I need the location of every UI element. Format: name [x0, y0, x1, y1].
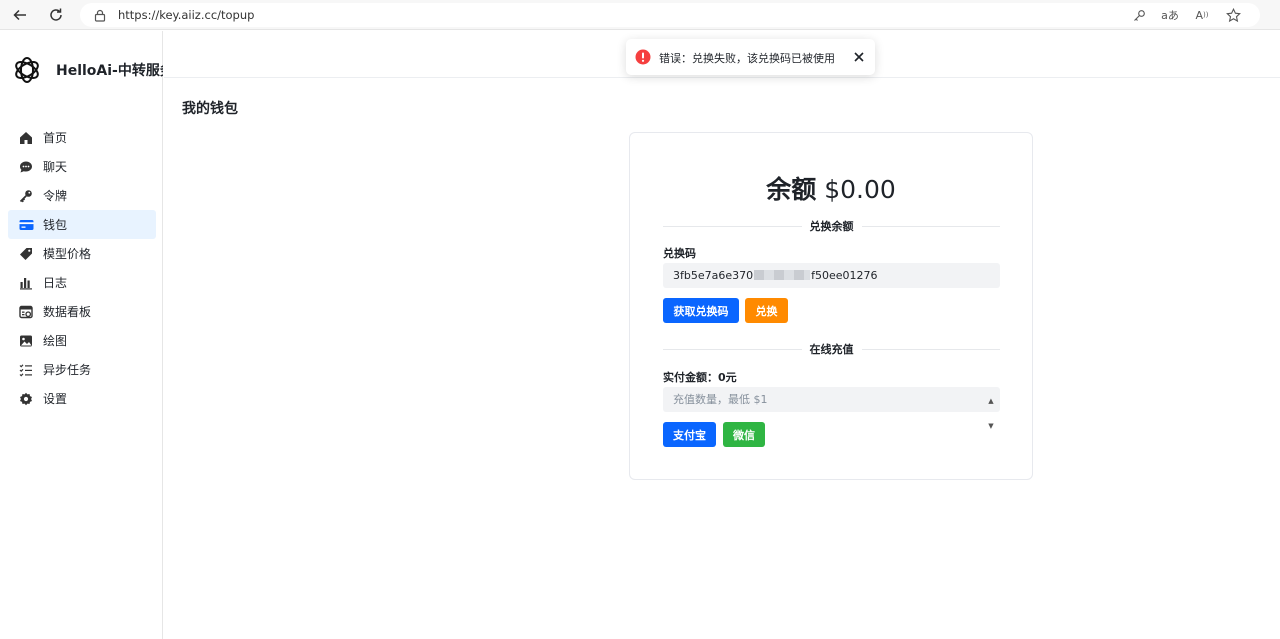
redacted-block	[754, 270, 811, 280]
sidebar-item-label: 钱包	[43, 218, 68, 232]
sidebar-item-label: 绘图	[43, 334, 68, 348]
topup-amount-input[interactable]: 充值数量，最低 $1 ▲ ▼	[663, 387, 1000, 430]
online-topup-title: 在线充值	[801, 343, 862, 356]
sidebar-item-async-tasks[interactable]: 异步任务	[8, 355, 156, 384]
brand-name: HelloAi-中转服务	[56, 63, 163, 79]
stepper-down-icon[interactable]: ▼	[988, 414, 993, 439]
sidebar: HelloAi-中转服务 首页 聊天 令牌 钱包 模型价格 日志 数据看板 绘图…	[0, 31, 163, 639]
key-icon	[18, 188, 34, 204]
number-stepper[interactable]: ▲ ▼	[986, 389, 996, 430]
page-title: 我的钱包	[182, 101, 238, 117]
redeem-button[interactable]: 兑换	[745, 298, 788, 323]
stepper-up-icon[interactable]: ▲	[988, 389, 993, 414]
brand[interactable]: HelloAi-中转服务	[12, 55, 163, 85]
close-icon[interactable]	[851, 49, 867, 65]
balance-label: 余额	[766, 175, 817, 204]
wallet-card: 余额 $0.00 兑换余额 兑换码 3fb5e7a6e370 f50ee01276…	[629, 132, 1033, 480]
toast-message: 错误：兑换失败，该兑换码已被使用	[659, 52, 835, 65]
chat-icon	[18, 159, 34, 175]
image-icon	[18, 333, 34, 349]
sidebar-item-chat[interactable]: 聊天	[8, 152, 156, 181]
openai-logo-icon	[15, 57, 39, 83]
tag-icon	[18, 246, 34, 262]
header-divider	[164, 77, 1280, 78]
sidebar-item-wallet[interactable]: 钱包	[8, 210, 156, 239]
redeem-code-prefix: 3fb5e7a6e370	[673, 269, 754, 282]
redeem-code-input[interactable]: 3fb5e7a6e370 f50ee01276	[663, 263, 1000, 288]
sidebar-item-label: 首页	[43, 131, 68, 145]
sidebar-item-label: 日志	[43, 276, 68, 290]
balance-display: 余额 $0.00	[630, 170, 1032, 206]
url-text[interactable]: https://key.aiiz.cc/topup	[118, 8, 254, 22]
error-toast: 错误：兑换失败，该兑换码已被使用	[626, 39, 875, 75]
dashboard-icon	[18, 304, 34, 320]
read-aloud-icon[interactable]: A))	[1193, 7, 1211, 23]
sidebar-item-label: 设置	[43, 392, 68, 406]
sidebar-item-dashboard[interactable]: 数据看板	[8, 297, 156, 326]
task-list-icon	[18, 362, 34, 378]
topup-amount-placeholder: 充值数量，最低 $1	[673, 393, 768, 406]
balance-value: $0.00	[824, 175, 896, 204]
sidebar-menu: 首页 聊天 令牌 钱包 模型价格 日志 数据看板 绘图 异步任务 设置	[8, 123, 156, 413]
address-bar[interactable]: https://key.aiiz.cc/topup aあ A))	[80, 3, 1260, 27]
sidebar-item-label: 数据看板	[43, 305, 92, 319]
sidebar-item-label: 令牌	[43, 189, 68, 203]
sidebar-item-logs[interactable]: 日志	[8, 268, 156, 297]
lock-icon[interactable]	[92, 7, 108, 23]
sidebar-item-drawing[interactable]: 绘图	[8, 326, 156, 355]
sidebar-item-home[interactable]: 首页	[8, 123, 156, 152]
star-icon[interactable]	[1224, 7, 1242, 23]
browser-toolbar: https://key.aiiz.cc/topup aあ A))	[0, 0, 1280, 30]
gear-icon	[18, 391, 34, 407]
redeem-section-title: 兑换余额	[801, 220, 862, 233]
redeem-code-suffix: f50ee01276	[811, 269, 878, 282]
sidebar-item-settings[interactable]: 设置	[8, 384, 156, 413]
alipay-button[interactable]: 支付宝	[663, 422, 716, 447]
online-topup-divider: 在线充值	[663, 341, 1000, 357]
sidebar-item-label: 聊天	[43, 160, 68, 174]
pay-amount-label: 实付金额：0元	[663, 371, 737, 384]
get-redeem-code-button[interactable]: 获取兑换码	[663, 298, 739, 323]
bar-chart-icon	[18, 275, 34, 291]
sidebar-item-model-pricing[interactable]: 模型价格	[8, 239, 156, 268]
wechat-pay-button[interactable]: 微信	[723, 422, 765, 447]
error-icon	[635, 49, 651, 65]
back-icon[interactable]	[8, 3, 32, 27]
home-icon	[18, 130, 34, 146]
translate-icon[interactable]: aあ	[1161, 7, 1179, 23]
wallet-icon	[18, 217, 34, 233]
sidebar-item-label: 异步任务	[43, 363, 92, 377]
key-icon[interactable]	[1130, 7, 1148, 23]
reload-icon[interactable]	[44, 3, 68, 27]
redeem-section-divider: 兑换余额	[663, 218, 1000, 234]
sidebar-item-token[interactable]: 令牌	[8, 181, 156, 210]
sidebar-item-label: 模型价格	[43, 247, 92, 261]
redeem-code-label: 兑换码	[663, 247, 696, 260]
